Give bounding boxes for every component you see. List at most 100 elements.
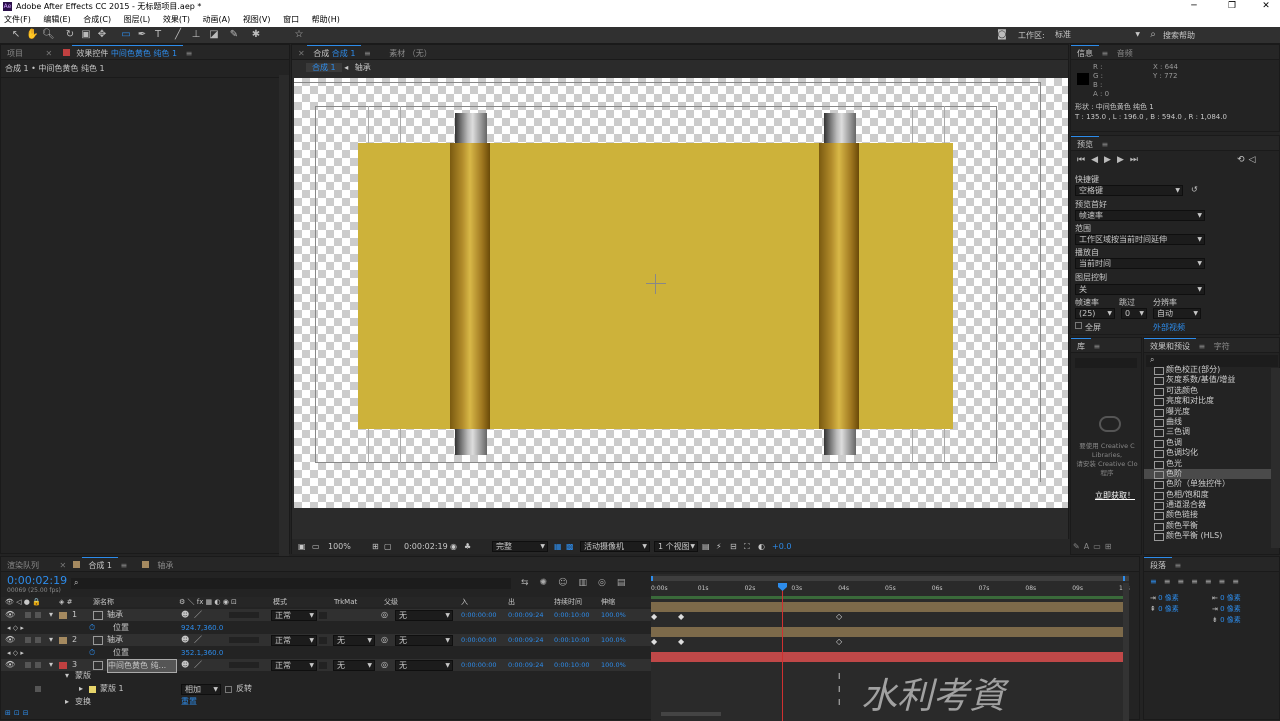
tab-audio[interactable]: 音频 — [1111, 46, 1139, 61]
color-channel-icon[interactable]: ♣ — [464, 539, 471, 554]
shortcut-dropdown[interactable]: 空格键 — [1075, 185, 1183, 196]
layer-1-bar[interactable] — [651, 602, 1123, 612]
lock-icon[interactable] — [35, 612, 41, 618]
zoom-dropdown[interactable]: 100% — [328, 539, 351, 554]
header-parent[interactable]: 父级 — [384, 597, 398, 607]
keyframe-icon[interactable]: ◇ — [836, 637, 842, 646]
switch-boxes[interactable] — [229, 612, 259, 618]
tab-project[interactable]: 项目 — [1, 46, 29, 61]
panel-menu-icon[interactable]: ≡ — [1199, 342, 1206, 351]
always-preview-icon[interactable]: ▣ — [298, 539, 306, 554]
preserve-transparency-box[interactable] — [319, 662, 327, 669]
crumb-comp[interactable]: 合成 1 — [306, 63, 342, 72]
justify-left-icon[interactable]: ≡ — [1191, 577, 1205, 586]
preserve-transparency-box[interactable] — [319, 637, 327, 644]
camera-dropdown[interactable]: 活动摄像机 — [580, 541, 650, 552]
current-time-display[interactable]: 0:00:02:19 — [404, 539, 448, 554]
toggle-pixel-aspect-icon[interactable]: ▤ — [702, 539, 710, 554]
roto-brush-tool-icon[interactable]: ✎ — [228, 29, 240, 41]
solo-icon[interactable] — [25, 637, 31, 643]
play-from-dropdown[interactable]: 当前时间 — [1075, 258, 1205, 269]
mask-row[interactable]: ▸ 蒙版 1 相加 反转 — [1, 683, 651, 695]
header-stretch[interactable]: 伸缩 — [601, 597, 615, 607]
align-left-icon[interactable]: ≡ — [1150, 577, 1164, 586]
indent-right-value[interactable]: 0 像素 — [1220, 594, 1241, 602]
fullscreen-checkbox[interactable] — [1075, 322, 1082, 329]
timeline-search-input[interactable]: ⌕ — [71, 578, 511, 589]
crumb-layer[interactable]: 轴承 — [351, 63, 375, 72]
clone-stamp-tool-icon[interactable]: ⊥ — [190, 29, 202, 41]
grid-icon[interactable]: ⊞ — [372, 539, 379, 554]
toggle-switches-icon[interactable]: ⊞ — [5, 709, 14, 717]
first-line-value[interactable]: 0 像素 — [1220, 605, 1241, 613]
shy-switch-icon[interactable]: ☻ — [181, 634, 189, 646]
effect-item[interactable]: 颜色校正(部分) — [1144, 365, 1271, 376]
layer-duration[interactable]: 0:00:10:00 — [554, 634, 590, 646]
header-duration[interactable]: 持续时间 — [554, 597, 582, 607]
header-in[interactable]: 入 — [461, 597, 468, 607]
menu-effect[interactable]: 效果(T) — [163, 15, 190, 24]
menu-edit[interactable]: 编辑(E) — [43, 15, 70, 24]
layer-duration[interactable]: 0:00:10:00 — [554, 609, 590, 621]
text-tool-icon[interactable]: T — [152, 29, 164, 41]
menu-layer[interactable]: 图层(L) — [124, 15, 151, 24]
navigator-bar[interactable] — [651, 576, 1129, 581]
mask-group-row[interactable]: ▾ 蒙版 — [1, 670, 651, 682]
invert-checkbox[interactable] — [225, 686, 232, 693]
expand-arrow-icon[interactable]: ▾ — [65, 670, 69, 682]
time-ruler[interactable]: 0:00s01s02s03s04s05s06s07s08s09s10s — [651, 583, 1130, 595]
composition-viewer[interactable] — [294, 78, 1068, 508]
layer-name[interactable]: 轴承 — [107, 634, 177, 646]
blend-mode-dropdown[interactable]: 正常 — [271, 635, 317, 646]
layer-out[interactable]: 0:00:09:24 — [508, 609, 544, 621]
effect-item[interactable]: 颜色链接 — [1144, 510, 1271, 521]
effect-item[interactable]: 色光 — [1144, 459, 1271, 469]
panel-menu-icon[interactable]: ≡ — [1102, 140, 1109, 149]
effect-item[interactable]: 三色调 — [1144, 427, 1271, 438]
vr-glasses-icon[interactable]: ◙ — [996, 29, 1008, 41]
preview-pref-dropdown[interactable]: 帧速率 — [1075, 210, 1205, 221]
layer-control-dropdown[interactable]: 关 — [1075, 284, 1205, 295]
selection-tool-icon[interactable]: ↖ — [10, 29, 22, 41]
effect-item[interactable]: 颜色平衡 — [1144, 521, 1271, 532]
tab-character[interactable]: 字符 — [1208, 339, 1236, 354]
draft-3d-icon[interactable]: ✺ — [540, 578, 559, 588]
camera-tool-icon[interactable]: ▣ — [80, 29, 92, 41]
right-roller[interactable] — [819, 143, 859, 429]
position-property-row[interactable]: ◂ ◇ ▸ ⏱ 位置 924.7,360.0 — [1, 622, 651, 634]
flowchart-icon[interactable]: ⛶ — [744, 539, 750, 554]
expand-arrow-icon[interactable]: ▸ — [65, 696, 69, 708]
last-frame-icon[interactable]: ⏭ — [1130, 155, 1144, 165]
loop-icon[interactable]: ⟲ — [1237, 155, 1249, 165]
tab-render-queue[interactable]: 渲染队列 — [1, 558, 45, 573]
effect-item[interactable]: 色阶（单独控件） — [1144, 479, 1271, 490]
position-property-row[interactable]: ◂ ◇ ▸ ⏱ 位置 352.1,360.0 — [1, 647, 651, 659]
effect-item[interactable]: 亮度和对比度 — [1144, 396, 1271, 407]
effect-item[interactable]: 灰度系数/基值/增益 — [1144, 375, 1271, 386]
lock-icon[interactable] — [35, 637, 41, 643]
mask-color-swatch[interactable] — [89, 686, 96, 693]
header-name[interactable]: 源名称 — [93, 597, 114, 607]
tab-footage[interactable]: 素材 （无） — [383, 46, 438, 61]
current-time-indicator[interactable] — [782, 583, 783, 721]
zoom-tool-icon[interactable]: 🔍︎ — [42, 29, 55, 41]
label-color-swatch[interactable] — [59, 637, 67, 644]
mask-mode-dropdown[interactable]: 相加 — [181, 684, 221, 695]
keyframe-icon[interactable]: ◆ — [651, 637, 657, 646]
close-icon[interactable]: ✕ — [298, 49, 305, 58]
panel-menu-icon[interactable]: ≡ — [121, 561, 128, 570]
tab-effects-presets[interactable]: 效果和预设 — [1144, 338, 1196, 354]
header-out[interactable]: 出 — [508, 597, 515, 607]
reset-exposure-icon[interactable]: ◐ — [758, 539, 765, 554]
align-right-icon[interactable]: ≡ — [1177, 577, 1191, 586]
brush-icon[interactable]: ✎ — [1073, 542, 1084, 551]
region-of-interest-icon[interactable]: ▭ — [312, 539, 320, 554]
justify-center-icon[interactable]: ≡ — [1205, 577, 1219, 586]
solo-icon[interactable] — [25, 612, 31, 618]
pen-tool-icon[interactable]: ✒ — [136, 29, 148, 41]
menu-help[interactable]: 帮助(H) — [312, 15, 340, 24]
preserve-transparency-box[interactable] — [319, 612, 327, 619]
range-dropdown[interactable]: 工作区域按当前时间延伸 — [1075, 234, 1205, 245]
search-help-input[interactable]: 搜索帮助 — [1163, 30, 1195, 41]
layer-icon[interactable]: ▭ — [1093, 542, 1105, 551]
